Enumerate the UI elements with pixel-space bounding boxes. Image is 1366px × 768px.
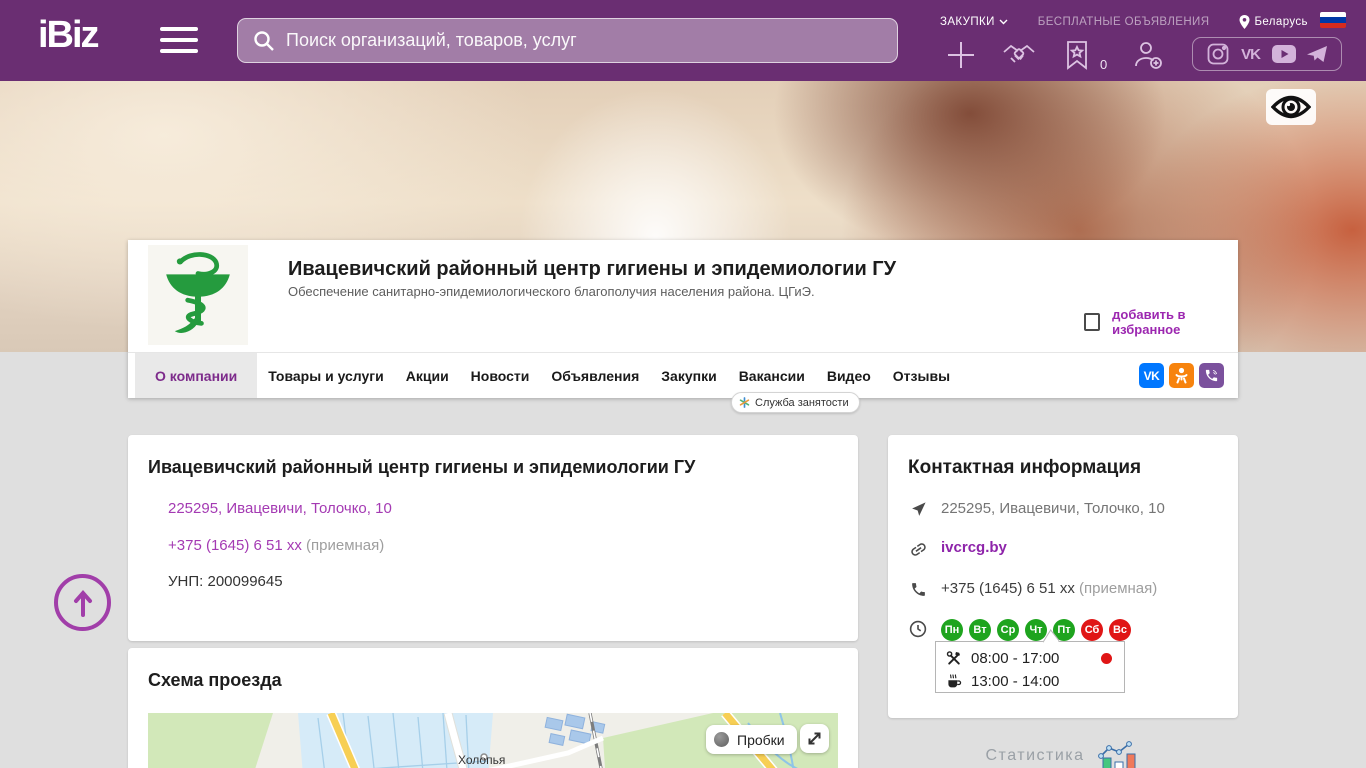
- company-title: Ивацевичский районный центр гигиены и эп…: [288, 258, 896, 281]
- vk-icon[interactable]: VK: [1238, 41, 1264, 67]
- link-icon: [908, 539, 928, 559]
- employment-service-label: Служба занятости: [755, 397, 849, 409]
- statistics-section: Статистика: [888, 738, 1238, 768]
- map-canvas[interactable]: Холопья Пробки: [148, 713, 838, 768]
- favorites-checkbox[interactable]: [1084, 313, 1100, 331]
- tab-2[interactable]: Товары и услуги: [257, 353, 394, 398]
- break-hours: 13:00 - 14:00: [971, 673, 1059, 690]
- youtube-icon[interactable]: [1271, 41, 1297, 67]
- about-company-title: Ивацевичский районный центр гигиены и эп…: [148, 457, 838, 478]
- map-title: Схема проезда: [148, 670, 838, 691]
- map-place-label: Холопья: [458, 753, 505, 767]
- site-logo[interactable]: iBiz: [38, 14, 98, 57]
- company-logo: [148, 245, 248, 345]
- search-bar: [237, 18, 898, 63]
- contact-info-card: Контактная информация 225295, Ивацевичи,…: [888, 435, 1238, 718]
- traffic-button[interactable]: Пробки: [706, 725, 797, 754]
- chevron-down-icon: [999, 19, 1008, 25]
- telegram-icon[interactable]: [1304, 41, 1330, 67]
- working-hours-tooltip: 08:00 - 17:00 13:00 - 14:00: [935, 641, 1125, 693]
- coffee-break-icon: [946, 673, 962, 689]
- favorites-label: добавить в избранное: [1112, 307, 1238, 337]
- odnoklassniki-social-button[interactable]: [1169, 363, 1194, 388]
- closed-now-indicator: [1101, 653, 1112, 664]
- favorites-count: 0: [1100, 57, 1107, 74]
- header-links: ЗАКУПКИ БЕСПЛАТНЫЕ ОБЪЯВЛЕНИЯ Беларусь: [940, 13, 1360, 31]
- work-hours: 08:00 - 17:00: [971, 650, 1059, 667]
- expand-arrows-icon: [806, 730, 823, 747]
- tab-1[interactable]: О компании: [135, 353, 257, 398]
- tab-4[interactable]: Новости: [460, 353, 541, 398]
- clock-icon: [908, 619, 928, 638]
- tab-9[interactable]: Отзывы: [882, 353, 961, 398]
- free-ads-link[interactable]: БЕСПЛАТНЫЕ ОБЪЯВЛЕНИЯ: [1038, 16, 1210, 28]
- zakupki-link[interactable]: ЗАКУПКИ: [940, 16, 1008, 28]
- add-to-favorites[interactable]: добавить в избранное: [1084, 307, 1238, 337]
- map-card: Схема проезда: [128, 648, 858, 768]
- add-plus-icon[interactable]: [944, 38, 978, 72]
- eye-icon: [1271, 94, 1311, 120]
- search-icon: [252, 29, 276, 53]
- weekday-badge-Вс[interactable]: Вс: [1109, 619, 1131, 641]
- company-website-link[interactable]: ivcrcg.by: [941, 539, 1007, 556]
- handshake-icon[interactable]: [1002, 38, 1036, 72]
- weekday-badge-Ср[interactable]: Ср: [997, 619, 1019, 641]
- weekday-badges: ПнВтСрЧтПтСбВс: [941, 619, 1131, 641]
- language-flag-russian[interactable]: [1320, 12, 1346, 28]
- location-pin-icon: [1239, 15, 1250, 29]
- map-fullscreen-button[interactable]: [800, 724, 829, 753]
- weekday-badge-Чт[interactable]: Чт: [1025, 619, 1047, 641]
- tab-3[interactable]: Акции: [395, 353, 460, 398]
- search-input[interactable]: [286, 30, 883, 51]
- company-phone-link[interactable]: +375 (1645) 6 51 xx: [168, 537, 302, 554]
- tab-6[interactable]: Закупки: [650, 353, 727, 398]
- company-subtitle: Обеспечение санитарно-эпидемиологическог…: [288, 284, 815, 299]
- contact-phone: +375 (1645) 6 51 xx: [941, 580, 1075, 597]
- views-eye-button[interactable]: [1266, 89, 1316, 125]
- bookmark-favorites-icon[interactable]: [1060, 38, 1094, 72]
- statistics-chart-icon: [1095, 738, 1141, 768]
- weekday-badge-Сб[interactable]: Сб: [1081, 619, 1103, 641]
- scroll-to-top-button[interactable]: [54, 574, 111, 631]
- company-tab-bar: О компанииТовары и услугиАкцииНовостиОбъ…: [128, 352, 1238, 398]
- weekday-badge-Вт[interactable]: Вт: [969, 619, 991, 641]
- navigation-arrow-icon: [908, 500, 928, 518]
- sparkle-icon: [739, 397, 750, 408]
- arrow-up-icon: [72, 589, 94, 617]
- phone-note: (приемная): [306, 537, 384, 554]
- employment-service-tooltip[interactable]: Служба занятости: [731, 392, 860, 413]
- user-add-icon[interactable]: [1131, 38, 1165, 72]
- menu-icon[interactable]: [160, 27, 198, 55]
- phone-icon: [908, 580, 928, 598]
- instagram-icon[interactable]: [1205, 41, 1231, 67]
- country-selector[interactable]: Беларусь: [1239, 15, 1308, 29]
- company-address-link[interactable]: 225295, Ивацевичи, Толочко, 10: [168, 500, 392, 517]
- company-unp: УНП: 200099645: [168, 573, 838, 590]
- tab-5[interactable]: Объявления: [540, 353, 650, 398]
- viber-social-button[interactable]: [1199, 363, 1224, 388]
- work-tools-icon: [946, 650, 962, 666]
- company-social-icons: VK: [1139, 363, 1224, 388]
- header: iBiz ЗАКУПКИ БЕСПЛАТНЫЕ ОБЪЯВЛЕНИЯ Белар…: [0, 0, 1366, 81]
- header-social-links: VK: [1192, 37, 1342, 71]
- traffic-light-icon: [714, 732, 729, 747]
- contact-info-title: Контактная информация: [908, 457, 1218, 479]
- contact-phone-note: (приемная): [1079, 580, 1157, 597]
- company-header-card: Ивацевичский районный центр гигиены и эп…: [128, 240, 1238, 398]
- vk-social-button[interactable]: VK: [1139, 363, 1164, 388]
- statistics-label: Статистика: [985, 747, 1084, 765]
- contact-address: 225295, Ивацевичи, Толочко, 10: [941, 500, 1165, 517]
- about-company-card: Ивацевичский районный центр гигиены и эп…: [128, 435, 858, 641]
- weekday-badge-Пн[interactable]: Пн: [941, 619, 963, 641]
- header-actions: 0: [944, 36, 1165, 74]
- traffic-button-label: Пробки: [737, 732, 785, 748]
